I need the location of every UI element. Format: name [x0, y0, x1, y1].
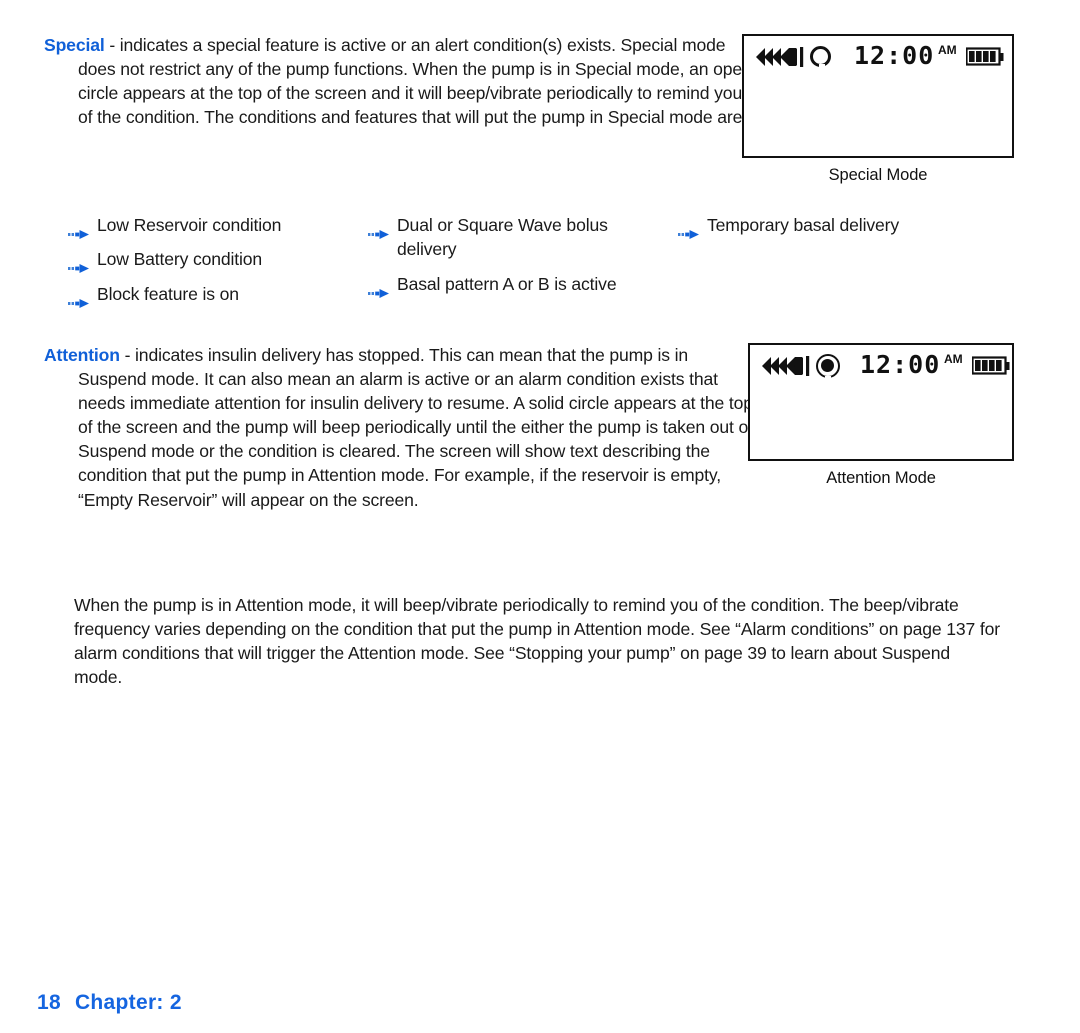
- list-item: Block feature is on: [68, 282, 368, 308]
- open-circle-icon: [810, 46, 831, 67]
- pump-clock-meridiem: AM: [938, 43, 957, 57]
- special-bullets-column-3: Temporary basal delivery: [678, 213, 908, 247]
- list-item: Low Reservoir condition: [68, 213, 368, 239]
- closing-paragraph: When the pump is in Attention mode, it w…: [74, 595, 1000, 688]
- footer-page-number: 18: [37, 991, 61, 1014]
- list-item: Low Battery condition: [68, 247, 368, 274]
- arrow-bullet-icon: [68, 221, 89, 239]
- arrow-bullet-icon: [678, 221, 699, 239]
- arrow-bullet-icon: [68, 290, 89, 308]
- chevron-flow-icon: [756, 45, 808, 74]
- pump-screen-special: 12:00 AM: [742, 34, 1014, 158]
- pump-status-bar: 12:00 AM: [750, 350, 1012, 383]
- figure-attention-mode: 12:00 AM Attention Mode: [748, 343, 1014, 488]
- footer-chapter-label: Chapter: 2: [74, 991, 182, 1014]
- arrow-bullet-icon: [368, 221, 389, 239]
- special-paragraph: Special - indicates a special feature is…: [44, 33, 758, 129]
- special-body-text: - indicates a special feature is active …: [78, 35, 752, 128]
- arrow-bullet-icon: [68, 255, 89, 274]
- special-bullets-column-2: Dual or Square Wave bolus delivery Basal…: [368, 213, 668, 306]
- pump-status-bar: 12:00 AM: [744, 41, 1012, 74]
- list-item: Basal pattern A or B is active: [368, 272, 668, 298]
- list-item: Temporary basal delivery: [678, 213, 908, 239]
- battery-full-icon: [965, 47, 1006, 72]
- figure-caption-attention: Attention Mode: [826, 469, 936, 487]
- special-keyword: Special: [44, 35, 105, 55]
- pump-clock-time: 12:00: [860, 350, 941, 379]
- special-bullets-column-1: Low Reservoir condition Low Battery cond…: [68, 213, 368, 316]
- attention-keyword: Attention: [44, 345, 120, 365]
- arrow-bullet-icon: [368, 280, 389, 298]
- figure-special-mode: 12:00 AM Special Mode: [742, 34, 1014, 185]
- battery-full-icon: [971, 356, 1012, 381]
- pump-clock-meridiem: AM: [944, 352, 963, 366]
- page-footer: 18 Chapter: 2: [37, 991, 182, 1015]
- pump-clock-time: 12:00: [854, 41, 935, 70]
- list-item-label: Low Reservoir condition: [97, 215, 282, 235]
- figure-caption-special: Special Mode: [828, 166, 928, 184]
- chevron-flow-icon: [762, 354, 814, 383]
- pump-screen-attention: 12:00 AM: [748, 343, 1014, 461]
- solid-circle-icon: [816, 354, 840, 379]
- list-item-label: Block feature is on: [97, 283, 239, 304]
- attention-body-text: - indicates insulin delivery has stopped…: [78, 345, 753, 510]
- list-item-label: Dual or Square Wave bolus delivery: [397, 215, 608, 260]
- list-item-label: Low Battery condition: [97, 249, 263, 270]
- list-item-label: Temporary basal delivery: [707, 215, 899, 235]
- list-item-label: Basal pattern A or B is active: [397, 273, 617, 294]
- attention-paragraph: Attention - indicates insulin delivery h…: [44, 343, 760, 512]
- list-item: Dual or Square Wave bolus delivery: [368, 213, 668, 262]
